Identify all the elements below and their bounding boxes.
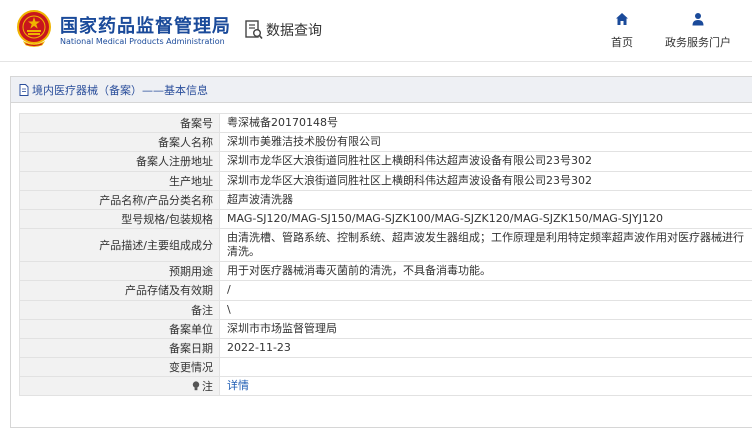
field-label: 产品描述/主要组成成分: [19, 228, 220, 263]
table-row: 预期用途 用于对医疗器械消毒灭菌前的清洗，不具备消毒功能。: [19, 261, 752, 282]
field-label: 产品名称/产品分类名称: [19, 189, 220, 210]
field-label: 预期用途: [19, 261, 220, 282]
site-title[interactable]: 国家药品监督管理局: [60, 12, 231, 38]
nav-home[interactable]: 首页: [606, 12, 638, 50]
field-label: 备案人注册地址: [19, 151, 220, 172]
table-row: 型号规格/包装规格 MAG-SJ120/MAG-SJ150/MAG-SJZK10…: [19, 208, 752, 230]
field-value: 用于对医疗器械消毒灭菌前的清洗，不具备消毒功能。: [219, 261, 752, 282]
table-row: 备案号 粤深械备20170148号: [19, 112, 752, 134]
user-icon: [692, 13, 704, 26]
field-value: /: [219, 280, 752, 301]
table-row: 产品存储及有效期 /: [19, 280, 752, 301]
field-label: 型号规格/包装规格: [19, 208, 220, 230]
field-value: 由清洗槽、管路系统、控制系统、超声波发生器组成；工作原理是利用特定频率超声波作用…: [219, 228, 752, 263]
panel-title: 境内医疗器械（备案）——基本信息: [32, 83, 208, 97]
data-query-label: 数据查询: [266, 23, 322, 39]
home-icon: [616, 13, 628, 25]
document-icon: [19, 83, 29, 96]
note-value: 详情: [219, 376, 752, 397]
nav-home-label: 首页: [611, 36, 633, 49]
site-header: 国家药品监督管理局 National Medical Products Admi…: [0, 0, 752, 62]
field-value: 深圳市美雅洁技术股份有限公司: [219, 132, 752, 153]
table-row: 备案人名称 深圳市美雅洁技术股份有限公司: [19, 132, 752, 153]
field-label: 产品存储及有效期: [19, 280, 220, 301]
table-row: 备案人注册地址 深圳市龙华区大浪街道同胜社区上横朗科伟达超声波设备有限公司23号…: [19, 151, 752, 172]
field-label: 变更情况: [19, 357, 220, 378]
field-value: 深圳市市场监督管理局: [219, 318, 752, 339]
field-label: 备案单位: [19, 318, 220, 339]
basic-info-panel: 境内医疗器械（备案）——基本信息 备案号 粤深械备20170148号 备案人名称…: [10, 76, 752, 428]
field-value: 2022-11-23: [219, 337, 752, 359]
field-value: 粤深械备20170148号: [219, 112, 752, 134]
table-row: 产品描述/主要组成成分 由清洗槽、管路系统、控制系统、超声波发生器组成；工作原理…: [19, 228, 752, 263]
table-row: 产品名称/产品分类名称 超声波清洗器: [19, 189, 752, 210]
field-label: 备案人名称: [19, 132, 220, 153]
table-row-note: 注 详情: [19, 376, 752, 397]
site-subtitle: National Medical Products Administration: [60, 37, 225, 46]
nav-service-portal[interactable]: 政务服务门户: [658, 12, 738, 50]
field-value: 超声波清洗器: [219, 189, 752, 210]
field-value: 深圳市龙华区大浪街道同胜社区上横朗科伟达超声波设备有限公司23号302: [219, 170, 752, 191]
table-row: 备案单位 深圳市市场监督管理局: [19, 318, 752, 339]
field-label: 备注: [19, 299, 220, 320]
data-query-link[interactable]: 数据查询: [245, 18, 322, 42]
table-row: 变更情况: [19, 357, 752, 378]
data-query-icon: [245, 20, 263, 40]
field-label: 备案日期: [19, 337, 220, 359]
field-value: 深圳市龙华区大浪街道同胜社区上横朗科伟达超声波设备有限公司23号302: [219, 151, 752, 172]
panel-header: 境内医疗器械（备案）——基本信息: [11, 77, 752, 103]
field-label: 备案号: [19, 112, 220, 134]
field-value: \: [219, 299, 752, 320]
table-row: 生产地址 深圳市龙华区大浪街道同胜社区上横朗科伟达超声波设备有限公司23号302: [19, 170, 752, 191]
record-table: 备案号 粤深械备20170148号 备案人名称 深圳市美雅洁技术股份有限公司 备…: [19, 112, 752, 397]
lightbulb-icon: [192, 381, 200, 391]
field-label: 生产地址: [19, 170, 220, 191]
field-value: MAG-SJ120/MAG-SJ150/MAG-SJZK100/MAG-SJZK…: [219, 208, 752, 230]
note-label: 注: [202, 380, 213, 394]
national-emblem-icon: [17, 10, 51, 47]
field-value: [219, 357, 752, 378]
nav-portal-label: 政务服务门户: [665, 36, 731, 49]
table-row: 备注 \: [19, 299, 752, 320]
note-label-cell: 注: [19, 376, 220, 397]
table-row: 备案日期 2022-11-23: [19, 337, 752, 359]
detail-link[interactable]: 详情: [227, 379, 249, 392]
